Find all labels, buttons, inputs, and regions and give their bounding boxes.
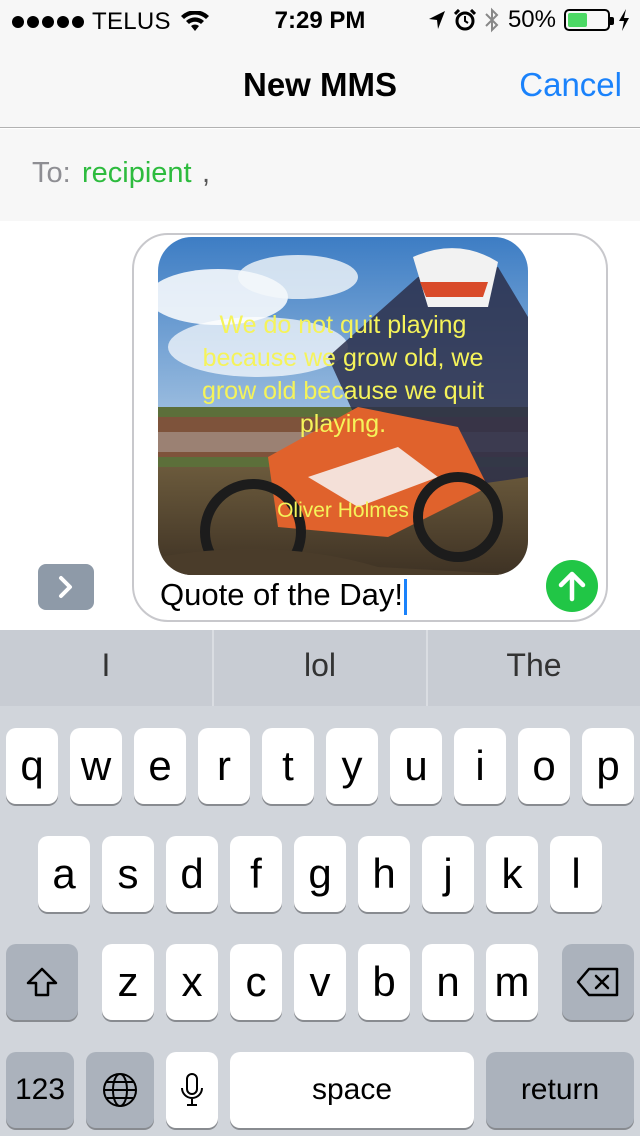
key-s[interactable]: s — [102, 836, 154, 912]
chevron-right-icon — [59, 576, 72, 598]
key-q[interactable]: q — [6, 728, 58, 804]
key-g[interactable]: g — [294, 836, 346, 912]
charging-bolt-icon — [619, 9, 629, 31]
key-v[interactable]: v — [294, 944, 346, 1020]
arrow-up-icon — [558, 571, 586, 602]
battery-fill — [568, 13, 587, 27]
recipient-token[interactable]: recipient — [82, 157, 192, 190]
battery-percent: 50% — [507, 6, 556, 33]
key-o[interactable]: o — [518, 728, 570, 804]
suggestion-2[interactable]: lol — [214, 630, 428, 706]
message-compose-field[interactable]: We do not quit playing because we grow o… — [132, 233, 608, 622]
mms-image-attachment[interactable]: We do not quit playing because we grow o… — [158, 237, 528, 575]
location-arrow-icon — [428, 11, 445, 29]
delete-key[interactable] — [562, 944, 634, 1020]
keyboard: I lol The q w e r t y u i o p a s d f g … — [0, 630, 640, 1136]
bluetooth-icon — [485, 7, 499, 33]
key-h[interactable]: h — [358, 836, 410, 912]
key-u[interactable]: u — [390, 728, 442, 804]
alarm-icon — [453, 9, 476, 31]
dictation-key[interactable] — [166, 1052, 218, 1128]
key-b[interactable]: b — [358, 944, 410, 1020]
globe-key[interactable] — [86, 1052, 154, 1128]
key-i[interactable]: i — [454, 728, 506, 804]
expand-apps-button[interactable] — [38, 564, 94, 610]
text-cursor — [403, 578, 407, 615]
battery-icon — [564, 9, 614, 31]
message-text[interactable]: Quote of the Day! — [160, 577, 407, 615]
key-p[interactable]: p — [582, 728, 634, 804]
image-quote-text: We do not quit playing because we grow o… — [201, 311, 485, 438]
cancel-button[interactable]: Cancel — [519, 66, 622, 104]
key-n[interactable]: n — [422, 944, 474, 1020]
status-bar: TELUS 7:29 PM 50% — [0, 0, 640, 40]
globe-icon — [103, 1073, 137, 1107]
space-key[interactable]: space — [230, 1052, 474, 1128]
key-w[interactable]: w — [70, 728, 122, 804]
recipient-separator: , — [202, 157, 211, 189]
key-j[interactable]: j — [422, 836, 474, 912]
shift-arrow-icon — [26, 967, 58, 997]
to-label: To: — [32, 157, 71, 189]
key-z[interactable]: z — [102, 944, 154, 1020]
message-text-value: Quote of the Day! — [160, 577, 403, 612]
key-y[interactable]: y — [326, 728, 378, 804]
microphone-icon — [181, 1073, 203, 1106]
numbers-key[interactable]: 123 — [6, 1052, 74, 1128]
key-t[interactable]: t — [262, 728, 314, 804]
key-k[interactable]: k — [486, 836, 538, 912]
key-f[interactable]: f — [230, 836, 282, 912]
predictive-suggestions-bar: I lol The — [0, 630, 640, 706]
suggestion-3[interactable]: The — [428, 630, 640, 706]
status-right: 50% — [428, 6, 630, 34]
key-r[interactable]: r — [198, 728, 250, 804]
key-e[interactable]: e — [134, 728, 186, 804]
key-d[interactable]: d — [166, 836, 218, 912]
to-field[interactable]: To: recipient , — [0, 129, 640, 221]
key-x[interactable]: x — [166, 944, 218, 1020]
navigation-bar: New MMS Cancel — [0, 40, 640, 128]
backspace-icon — [576, 967, 619, 997]
key-a[interactable]: a — [38, 836, 90, 912]
return-key[interactable]: return — [486, 1052, 634, 1128]
key-m[interactable]: m — [486, 944, 538, 1020]
key-c[interactable]: c — [230, 944, 282, 1020]
send-button[interactable] — [546, 560, 598, 612]
suggestion-1[interactable]: I — [0, 630, 214, 706]
shift-key[interactable] — [6, 944, 78, 1020]
key-l[interactable]: l — [550, 836, 602, 912]
image-author-text: Oliver Holmes — [277, 499, 409, 522]
